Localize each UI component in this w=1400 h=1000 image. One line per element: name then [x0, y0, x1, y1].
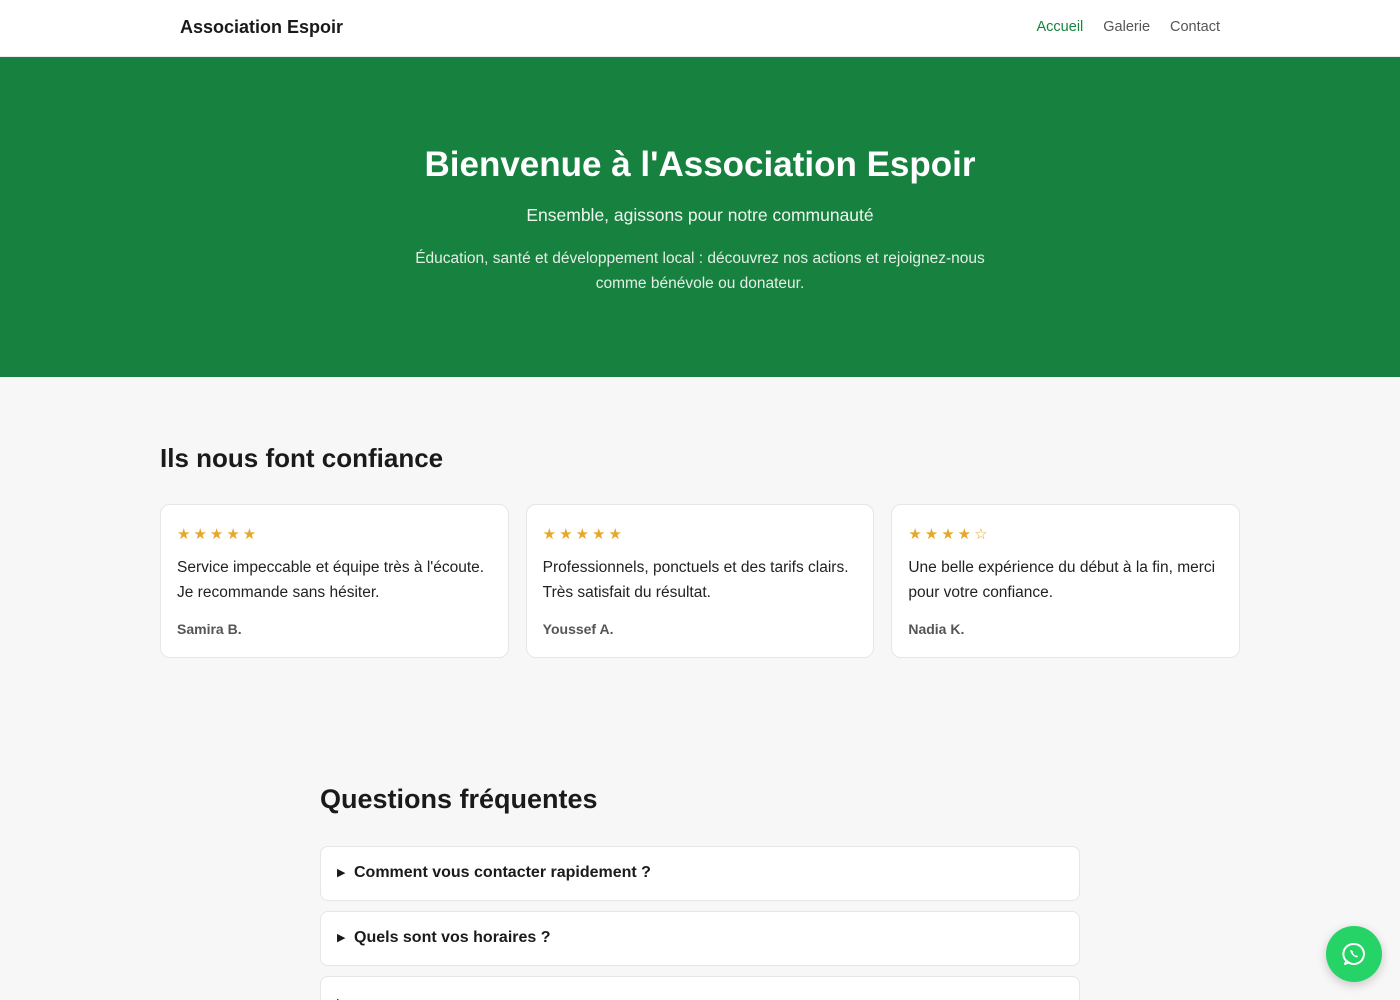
testimonial-card: ★★★★★ Service impeccable et équipe très … [160, 504, 509, 658]
faq-title: Questions fréquentes [320, 784, 598, 814]
whatsapp-icon [1342, 943, 1365, 965]
hero-subtitle: Ensemble, agissons pour notre communauté [526, 205, 874, 225]
main-nav: Accueil Galerie Contact [1037, 19, 1220, 35]
faq-question: Comment vous contacter rapidement ? [354, 864, 651, 881]
testimonial-author: Youssef A. [542, 621, 614, 637]
hero-description: Éducation, santé et développement local … [415, 250, 985, 292]
faq-item-horaires[interactable]: ▶ Quels sont vos horaires ? [320, 911, 1080, 966]
star-rating: ★★★★★ [542, 526, 625, 543]
triangle-right-icon: ▶ [337, 867, 346, 879]
hero-title: Bienvenue à l'Association Espoir [424, 145, 976, 184]
testimonials-title: Ils nous font confiance [160, 443, 444, 473]
nav-link-accueil[interactable]: Accueil [1037, 19, 1084, 35]
faq-question: Quels sont vos horaires ? [354, 929, 551, 946]
brand-logo-text[interactable]: Association Espoir [180, 17, 343, 38]
testimonial-text: Une belle expérience du début à la fin, … [908, 559, 1216, 601]
testimonial-author: Nadia K. [908, 621, 965, 637]
testimonial-author: Samira B. [177, 621, 242, 637]
faq-item-partial[interactable]: ▶ [320, 976, 1080, 1000]
nav-link-contact[interactable]: Contact [1170, 19, 1220, 35]
testimonials-list: ★★★★★ Service impeccable et équipe très … [160, 504, 1241, 658]
testimonial-card: ★★★★☆ Une belle expérience du début à la… [891, 504, 1241, 658]
hero-banner: Bienvenue à l'Association Espoir Ensembl… [0, 57, 1400, 377]
whatsapp-button[interactable] [1326, 926, 1382, 982]
nav-link-galerie[interactable]: Galerie [1103, 19, 1150, 35]
testimonial-text: Service impeccable et équipe très à l'éc… [177, 559, 485, 601]
top-navbar: Association Espoir Accueil Galerie Conta… [0, 0, 1400, 57]
testimonial-card: ★★★★★ Professionnels, ponctuels et des t… [525, 504, 875, 658]
star-rating: ★★★★☆ [908, 526, 991, 543]
star-rating: ★★★★★ [177, 526, 260, 543]
triangle-right-icon: ▶ [337, 932, 346, 944]
faq-list: ▶ Comment vous contacter rapidement ? ▶ … [320, 846, 1080, 1000]
testimonial-text: Professionnels, ponctuels et des tarifs … [542, 559, 849, 601]
faq-item-contact[interactable]: ▶ Comment vous contacter rapidement ? [320, 846, 1080, 901]
triangle-right-icon: ▶ [337, 996, 345, 1000]
